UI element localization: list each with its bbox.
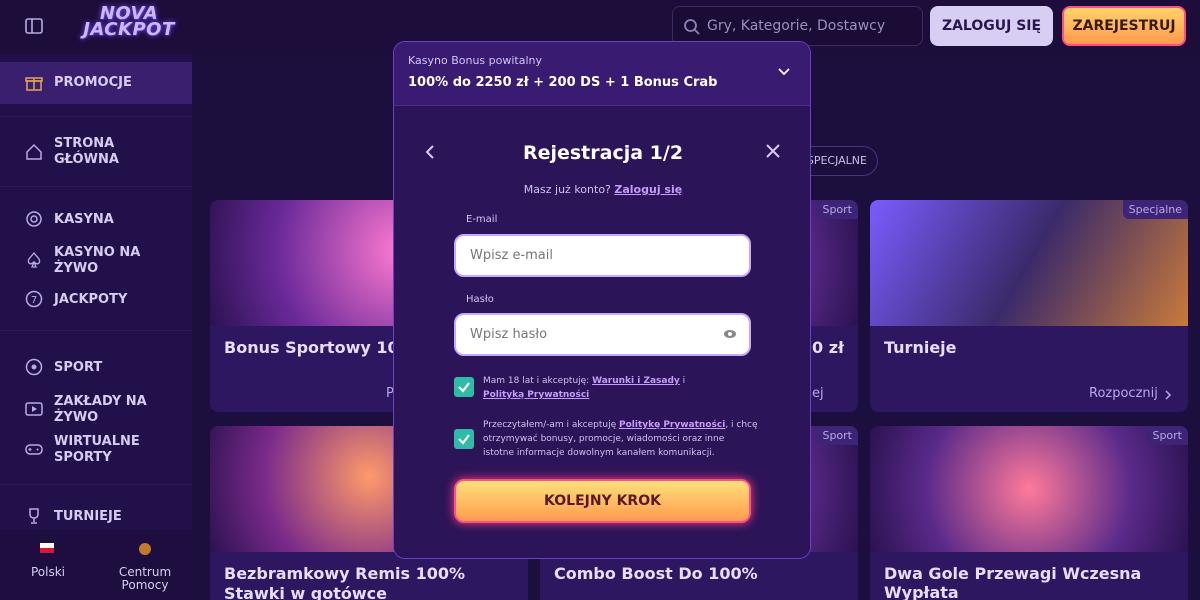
email-field[interactable]: Wpisz e-mail [454,234,751,277]
email-placeholder: Wpisz e-mail [470,248,553,263]
sidebar-item-label: JACKPOTY [54,292,128,307]
help-icon[interactable] [139,543,151,555]
privacy-policy-link[interactable]: Politykę Prywatności [619,420,725,430]
consent-marketing-checkbox[interactable] [454,429,474,449]
sidebar-item-jackpoty[interactable]: 7 JACKPOTY [0,289,192,311]
privacy-link[interactable]: Polityką Prywatności [483,390,589,400]
sidebar-item-live-betting[interactable]: ZAKŁADY NA ŻYWO [0,392,192,426]
play-icon [25,402,43,416]
promo-card-two-goals[interactable]: Sport Dwa Gole Przewagi Wczesna Wypłata [870,426,1188,600]
category-badge: Sport [816,200,858,219]
card-title: Dwa Gole Przewagi Wczesna Wypłata [884,564,1142,600]
promo-image [870,426,1188,552]
consent-text: Mam 18 lat i akceptuję: [483,376,590,386]
sidebar-item-turnieje[interactable]: TURNIEJE [0,506,192,528]
chevron-down-icon[interactable] [777,67,791,77]
home-icon [26,143,42,160]
divider [0,186,192,187]
sidebar-item-sport[interactable]: SPORT [0,357,192,379]
have-account-text: Masz już konto? Zaloguj się [394,183,810,196]
sidebar-item-label: KASYNA [54,212,114,227]
language-label[interactable]: Polski [0,565,96,579]
divider [0,116,192,117]
search-box[interactable]: Gry, Kategorie, Dostawcy [672,6,923,46]
gamepad-icon [25,444,43,455]
logo[interactable]: NOVA JACKPOT [74,5,184,46]
sidebar-item-home[interactable]: STRONA GŁÓWNA [0,134,192,170]
category-badge: Specjalne [1122,200,1188,219]
consent-marketing-text: Przeczytałem/-am i akceptuję Politykę Pr… [483,418,758,460]
spade-icon [27,251,41,268]
card-title: 0 zł [812,338,844,357]
modal-title: Rejestracja 1/2 [522,142,684,164]
register-button[interactable]: ZAREJESTRUJ [1062,6,1186,46]
bonus-title: 100% do 2250 zł + 200 DS + 1 Bonus Crab [408,75,718,90]
category-badge: Sport [1146,426,1188,445]
sidebar-item-label: ZAKŁADY NA ŻYWO [54,394,147,425]
chevron-right-icon [1165,390,1172,400]
poland-flag-icon[interactable] [40,543,54,553]
sidebar-item-label: STRONA GŁÓWNA [54,136,119,167]
card-title: Turnieje [884,338,957,357]
sidebar-item-label: PROMOCJE [54,75,132,90]
sidebar-item-label: KASYNO NA ŻYWO [54,245,141,276]
search-input[interactable]: Gry, Kategorie, Dostawcy [707,18,885,34]
sidebar-item-label: SPORT [54,360,103,375]
password-placeholder: Wpisz hasło [470,327,548,342]
sidebar-item-label: TURNIEJE [54,509,122,524]
promo-card-tournaments[interactable]: Specjalne Turnieje Rozpocznij [870,200,1188,412]
search-icon [684,19,700,35]
check-icon [458,382,470,393]
password-field[interactable]: Wpisz hasło [454,313,751,356]
svg-text:7: 7 [31,295,37,306]
logo-line2: JACKPOT [83,19,175,40]
login-button[interactable]: ZALOGUJ SIĘ [930,6,1053,46]
card-title: Combo Boost Do 100% [554,564,758,583]
sidebar-item-virtual-sports[interactable]: WIRTUALNE SPORTY [0,432,192,466]
eye-icon[interactable] [723,329,737,339]
close-icon[interactable] [766,144,780,158]
bonus-subtitle: Kasyno Bonus powitalny [408,54,543,67]
sidebar-item-kasyna[interactable]: KASYNA [0,209,192,231]
next-step-button[interactable]: KOLEJNY KROK [454,479,751,523]
divider [0,330,192,331]
divider [0,484,192,485]
bonus-dropdown[interactable]: Kasyno Bonus powitalny 100% do 2250 zł +… [394,42,810,106]
sidebar-toggle-icon[interactable] [24,16,44,36]
card-cta[interactable]: Rozpocznij [1089,386,1158,401]
sidebar-item-promocje[interactable]: PROMOCJE [0,62,192,104]
terms-link[interactable]: Warunki i Zasady [592,376,680,386]
gift-icon [25,77,43,91]
sidebar: PROMOCJE STRONA GŁÓWNA KASYNA KASYNO NA … [0,54,192,600]
check-icon [458,434,470,445]
email-label: E-mail [466,214,498,225]
card-cta[interactable]: ej [812,386,824,401]
password-label: Hasło [466,294,494,305]
ball-icon [25,358,43,376]
consent-text: Przeczytałem/-am i akceptuję [483,420,617,430]
registration-modal: Kasyno Bonus powitalny 100% do 2250 zł +… [393,41,811,559]
login-link[interactable]: Zaloguj się [614,183,682,196]
consent-terms-text: Mam 18 lat i akceptuję: Warunki i Zasady… [483,374,758,402]
consent-text: i [682,376,686,386]
sidebar-item-live-casino[interactable]: KASYNO NA ŻYWO [0,243,192,277]
help-center-label[interactable]: Centrum Pomocy [100,566,190,592]
roulette-icon [26,211,42,227]
sidebar-item-label: WIRTUALNE SPORTY [54,434,140,465]
consent-terms-checkbox[interactable] [454,377,474,397]
category-badge: Sport [816,426,858,445]
trophy-icon [29,508,39,524]
have-account-label: Masz już konto? [523,183,611,196]
seven-icon: 7 [25,290,43,308]
card-title: Bezbramkowy Remis 100% Stawki w gotówce [224,564,466,600]
